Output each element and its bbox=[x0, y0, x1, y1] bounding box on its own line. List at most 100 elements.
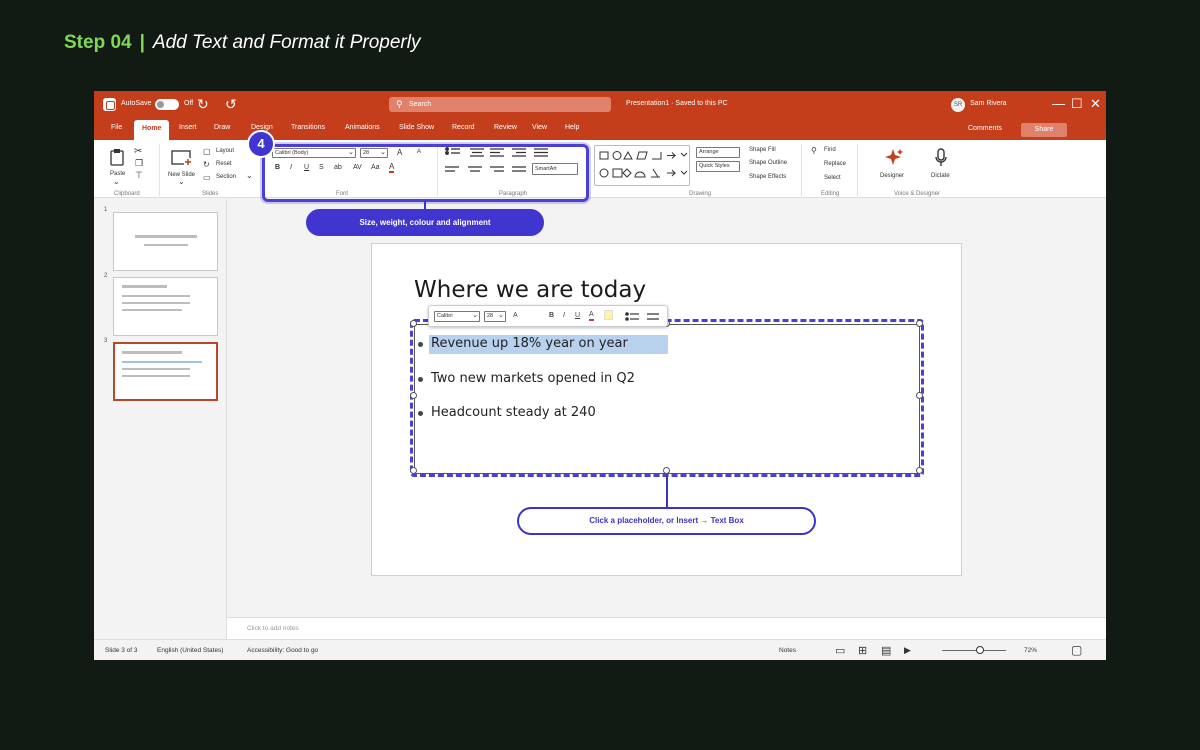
mini-underline-button[interactable]: U bbox=[575, 312, 580, 319]
thumb-line bbox=[122, 295, 190, 297]
close-icon[interactable]: ✕ bbox=[1090, 96, 1101, 112]
section-icon[interactable]: ▭ bbox=[203, 173, 211, 182]
shapes-icon bbox=[599, 150, 688, 178]
ribbon-separator bbox=[857, 144, 858, 196]
language-indicator[interactable]: English (United States) bbox=[157, 647, 223, 654]
microphone-icon[interactable] bbox=[934, 148, 948, 168]
search-box[interactable]: ⚲ Search bbox=[389, 97, 611, 112]
paste-icon[interactable] bbox=[109, 148, 125, 166]
mini-size-dropdown[interactable]: 28 ⌄ bbox=[484, 311, 506, 322]
cut-icon[interactable]: ✂ bbox=[134, 146, 142, 157]
resize-handle[interactable] bbox=[916, 320, 923, 327]
mini-font-color-button[interactable]: A bbox=[589, 311, 594, 321]
share-button[interactable]: Share bbox=[1021, 123, 1067, 137]
mini-list-icons[interactable] bbox=[625, 311, 661, 323]
avatar[interactable]: SR bbox=[951, 98, 965, 112]
zoom-slider[interactable] bbox=[942, 650, 1006, 651]
notes-pane[interactable]: Click to add notes bbox=[227, 617, 1106, 639]
dictate-label[interactable]: Dictate bbox=[931, 173, 950, 179]
chevron-down-icon[interactable]: ⌄ bbox=[246, 171, 253, 180]
thumb-line bbox=[122, 375, 190, 377]
redo-icon[interactable]: ↺ bbox=[225, 96, 237, 113]
accessibility-status[interactable]: Accessibility: Good to go bbox=[247, 647, 318, 654]
quick-styles-label: Quick Styles bbox=[699, 163, 730, 169]
tab-file[interactable]: File bbox=[111, 124, 122, 131]
slide-title[interactable]: Where we are today bbox=[414, 277, 646, 303]
resize-handle[interactable] bbox=[916, 467, 923, 474]
zoom-slider-thumb[interactable] bbox=[976, 646, 985, 654]
find-icon[interactable]: ⚲ bbox=[811, 146, 817, 155]
tab-home[interactable]: Home bbox=[134, 120, 170, 140]
resize-handle[interactable] bbox=[916, 392, 923, 399]
resize-handle[interactable] bbox=[410, 320, 417, 327]
zoom-level[interactable]: 72% bbox=[1024, 647, 1037, 654]
tab-view[interactable]: View bbox=[532, 124, 547, 131]
title-bar: AutoSave Off ↻ ↺ ⚲ Search Presentation1 … bbox=[94, 91, 1106, 119]
slideshow-icon[interactable]: ▶ bbox=[904, 645, 911, 656]
resize-handle[interactable] bbox=[410, 392, 417, 399]
shapes-gallery[interactable] bbox=[594, 145, 690, 186]
arrange-button[interactable]: Arrange bbox=[696, 147, 740, 158]
tab-help[interactable]: Help bbox=[565, 124, 579, 131]
reset-icon[interactable]: ↻ bbox=[203, 160, 210, 169]
tab-draw[interactable]: Draw bbox=[214, 124, 230, 131]
tab-transitions[interactable]: Transitions bbox=[291, 124, 325, 131]
mini-grow-button[interactable]: A bbox=[513, 312, 518, 319]
slide-thumbnail-1[interactable] bbox=[113, 212, 218, 271]
clipboard-group-label: Clipboard bbox=[114, 191, 140, 197]
ribbon-separator bbox=[159, 144, 160, 196]
new-slide-icon[interactable] bbox=[171, 149, 193, 167]
bullet-text-1[interactable]: Revenue up 18% year on year bbox=[431, 336, 628, 351]
layout-button[interactable]: Layout bbox=[216, 148, 234, 154]
shape-outline-button[interactable]: Shape Outline bbox=[749, 160, 787, 166]
bullet bbox=[418, 377, 423, 382]
maximize-icon[interactable]: ☐ bbox=[1071, 96, 1083, 112]
format-painter-icon[interactable]: ⊤ bbox=[135, 170, 143, 181]
slide-thumbnail-2[interactable] bbox=[113, 277, 218, 336]
undo-icon[interactable]: ↻ bbox=[197, 96, 209, 113]
section-button[interactable]: Section bbox=[216, 174, 236, 180]
step-separator: | bbox=[139, 32, 145, 53]
minimize-icon[interactable]: — bbox=[1052, 96, 1065, 111]
designer-icon[interactable] bbox=[884, 148, 904, 168]
mini-font-dropdown[interactable]: Calibri ⌄ bbox=[434, 311, 480, 322]
mini-bold-button[interactable]: B bbox=[549, 312, 554, 319]
normal-view-icon[interactable]: ▭ bbox=[835, 644, 845, 657]
notes-toggle[interactable]: Notes bbox=[779, 647, 796, 654]
autosave-toggle[interactable] bbox=[155, 99, 179, 110]
tab-insert[interactable]: Insert bbox=[179, 124, 197, 131]
designer-label[interactable]: Designer bbox=[880, 173, 904, 179]
resize-handle[interactable] bbox=[663, 467, 670, 474]
reset-button[interactable]: Reset bbox=[216, 161, 232, 167]
quick-styles-button[interactable]: Quick Styles bbox=[696, 161, 740, 172]
user-name[interactable]: Sam Rivera bbox=[970, 100, 1007, 107]
mini-italic-button[interactable]: I bbox=[563, 312, 565, 319]
fit-to-window-icon[interactable]: ▢ bbox=[1071, 643, 1082, 657]
replace-button[interactable]: Replace bbox=[824, 161, 846, 167]
shape-fill-button[interactable]: Shape Fill bbox=[749, 147, 776, 153]
slide-sorter-icon[interactable]: ⊞ bbox=[858, 644, 867, 657]
slide-thumbnail-3[interactable] bbox=[113, 342, 218, 401]
bullet-text-2[interactable]: Two new markets opened in Q2 bbox=[431, 371, 635, 386]
notes-placeholder: Click to add notes bbox=[247, 625, 299, 632]
reading-view-icon[interactable]: ▤ bbox=[881, 644, 891, 657]
thumb-line bbox=[122, 302, 190, 304]
highlight-color-icon[interactable] bbox=[604, 310, 613, 320]
bullet bbox=[418, 342, 423, 347]
tab-record[interactable]: Record bbox=[452, 124, 475, 131]
shape-effects-button[interactable]: Shape Effects bbox=[749, 174, 786, 180]
bullet-text-3[interactable]: Headcount steady at 240 bbox=[431, 405, 596, 420]
copy-icon[interactable]: ❐ bbox=[135, 158, 143, 169]
layout-icon[interactable]: ▢ bbox=[203, 147, 211, 156]
find-button[interactable]: Find bbox=[824, 147, 836, 153]
comments-button[interactable]: Comments bbox=[968, 125, 1002, 132]
thumb-line bbox=[122, 361, 202, 363]
chevron-down-icon[interactable]: ⌄ bbox=[178, 177, 185, 186]
tab-review[interactable]: Review bbox=[494, 124, 517, 131]
resize-handle[interactable] bbox=[410, 467, 417, 474]
select-button[interactable]: Select bbox=[824, 175, 841, 181]
tab-slide-show[interactable]: Slide Show bbox=[399, 124, 434, 131]
thumb-line bbox=[135, 235, 197, 238]
tab-animations[interactable]: Animations bbox=[345, 124, 380, 131]
chevron-down-icon[interactable]: ⌄ bbox=[113, 177, 120, 186]
